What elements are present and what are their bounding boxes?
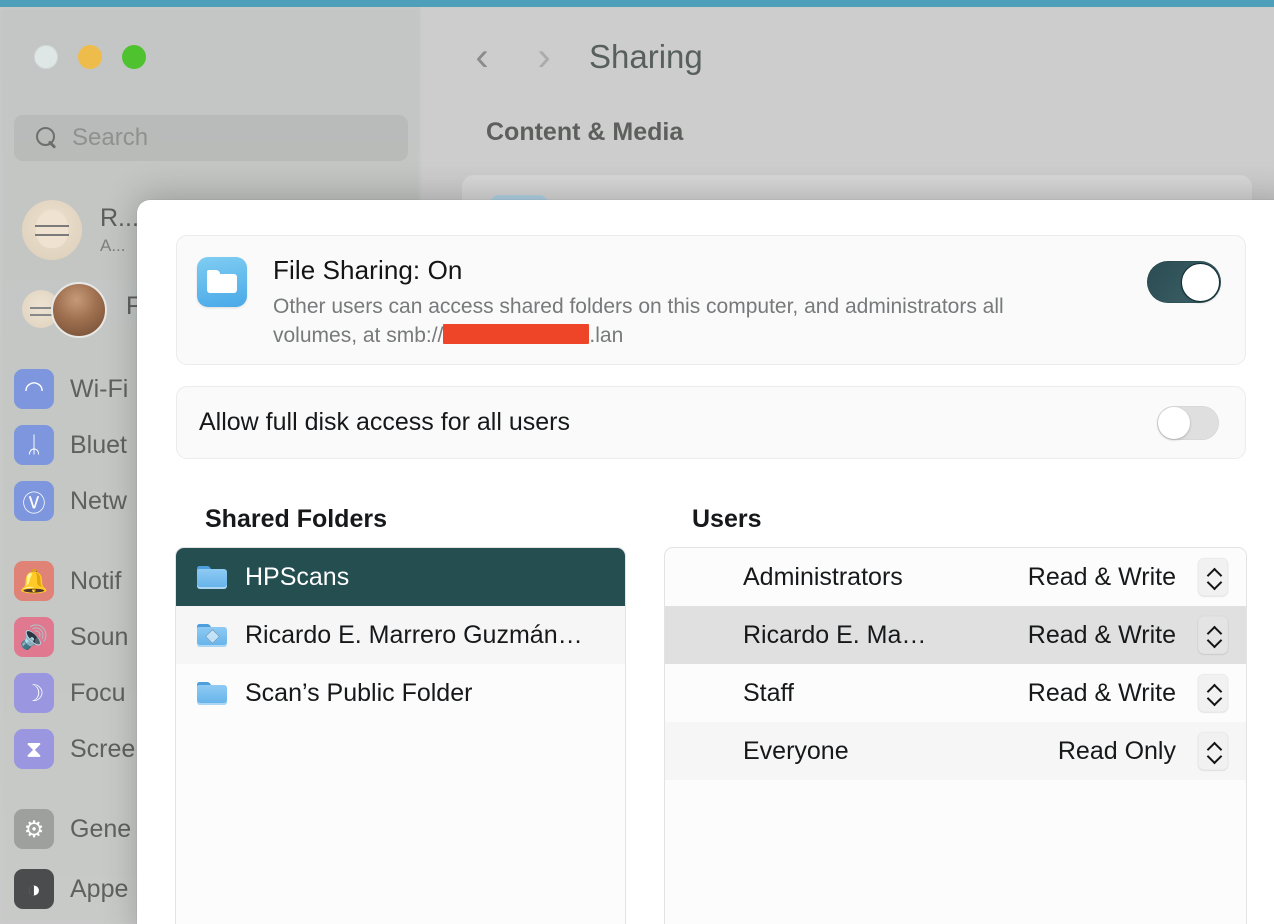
sidebar-item-notifications[interactable]: 🔔 Notif [14,560,121,602]
permission-stepper[interactable] [1198,732,1228,770]
permission-value: Read & Write [1027,620,1176,649]
file-sharing-sheet: File Sharing: On Other users can access … [137,200,1274,924]
sidebar-item-label: Gene [70,814,132,843]
two-people-icon [686,564,726,590]
search-placeholder: Search [72,124,149,151]
permission-stepper[interactable] [1198,616,1228,654]
sidebar-item-bluetooth[interactable]: ᛦ Bluet [14,424,127,466]
account-name: R... [100,204,139,232]
search-icon [36,127,58,149]
sidebar-item-general[interactable]: ⚙ Gene [5,804,167,854]
window-controls [34,45,146,69]
sidebar-item-label: Notif [70,566,122,595]
user-name: Ricardo E. Ma… [743,620,927,649]
globe-icon: Ⓥ [14,481,54,521]
avatar-primary [51,282,107,338]
folder-icon [197,681,227,705]
family-avatars [22,282,108,338]
full-disk-access-toggle[interactable] [1157,405,1219,440]
chevron-down-icon [1207,579,1220,586]
description-line-2-prefix: volumes, at smb:// [273,324,444,347]
avatar [22,200,82,260]
sidebar-item-focus[interactable]: ☽ Focu [14,672,126,714]
sidebar-item-screen-time[interactable]: ⧗ Scree [14,728,135,770]
table-row[interactable]: Everyone Read Only [665,722,1246,780]
bluetooth-icon: ᛦ [14,425,54,465]
sidebar-item-sound[interactable]: 🔊 Soun [14,616,128,658]
table-row[interactable]: Administrators Read & Write [665,548,1246,606]
chevron-down-icon [1207,637,1220,644]
permission-stepper[interactable] [1198,558,1228,596]
list-item[interactable]: Scan’s Public Folder [176,664,625,722]
toggle-knob [1158,406,1190,439]
toggle-knob [1180,262,1220,302]
minimize-button[interactable] [78,45,102,69]
sidebar-item-label: Bluet [70,430,127,459]
user-name: Administrators [743,562,903,591]
sidebar-item-wifi[interactable]: ◠ Wi-Fi [14,368,128,410]
account-subtitle: A... [100,236,126,255]
permission-value: Read & Write [1027,678,1176,707]
users-list: Administrators Read & Write Ricardo E. M… [664,547,1247,924]
sidebar-item-apple-account[interactable]: R... A... [22,200,139,260]
permission-value: Read & Write [1027,562,1176,591]
table-row[interactable]: Ricardo E. Ma… Read & Write [665,606,1246,664]
file-sharing-title: File Sharing: On [273,255,463,285]
users-heading: Users [692,505,762,533]
section-heading: Content & Media [486,118,684,146]
page-title: Sharing [589,38,703,75]
folder-name: Ricardo E. Marrero Guzmán… [245,620,583,649]
sidebar-item-label: Netw [70,486,127,515]
sidebar-item-appearance[interactable]: ◑ Appe [14,868,128,910]
close-button[interactable] [34,45,58,69]
file-sharing-toggle[interactable] [1147,261,1221,303]
shared-folders-list: HPScans Ricardo E. Marrero Guzmán… Scan’… [175,547,626,924]
list-item[interactable]: HPScans [176,548,625,606]
one-person-icon [686,622,726,648]
back-button[interactable]: ‹ [455,30,509,84]
full-disk-access-label: Allow full disk access for all users [199,408,570,436]
file-sharing-folder-icon [197,257,247,307]
sidebar-item-network[interactable]: Ⓥ Netw [14,480,127,522]
sidebar-item-label: Soun [70,622,129,651]
sidebar-item-label: Scree [70,734,136,763]
folder-name: Scan’s Public Folder [245,678,473,707]
chevron-down-icon [1207,753,1220,760]
sidebar-item-label: Wi-Fi [70,374,129,403]
description-line-1: Other users can access shared folders on… [273,295,1004,318]
user-name: Everyone [743,736,849,765]
folder-icon [197,565,227,589]
file-sharing-description: Other users can access shared folders on… [273,292,1113,350]
permission-value: Read Only [1057,736,1176,765]
bell-icon: 🔔 [14,561,54,601]
full-disk-access-card: Allow full disk access for all users [176,386,1246,459]
table-row[interactable]: Staff Read & Write [665,664,1246,722]
drop-box-folder-icon [197,623,227,647]
moon-icon: ☽ [14,673,54,713]
gear-icon: ⚙ [14,809,54,849]
speaker-icon: 🔊 [14,617,54,657]
sidebar-item-label: Focu [70,678,126,707]
appearance-icon: ◑ [14,869,54,909]
folder-name: HPScans [245,562,350,591]
two-people-icon [686,680,726,706]
description-line-2-suffix: .lan [589,324,624,347]
shared-folders-heading: Shared Folders [205,505,387,533]
permission-stepper[interactable] [1198,674,1228,712]
file-sharing-card: File Sharing: On Other users can access … [176,235,1246,365]
search-input[interactable]: Search [14,115,408,161]
chevron-down-icon [1207,695,1220,702]
list-item[interactable]: Ricardo E. Marrero Guzmán… [176,606,625,664]
hourglass-icon: ⧗ [14,729,54,769]
user-name: Staff [743,678,794,707]
redacted-hostname [443,324,590,344]
three-people-icon [686,738,726,764]
wifi-icon: ◠ [14,369,54,409]
desktop: Search R... A... Fa... ◠ Wi-Fi ᛦ Bluet Ⓥ… [0,0,1274,924]
maximize-button[interactable] [122,45,146,69]
breadcrumb: ‹ › Sharing [455,30,703,84]
forward-button[interactable]: › [517,30,571,84]
sidebar-item-label: Appe [70,874,129,903]
